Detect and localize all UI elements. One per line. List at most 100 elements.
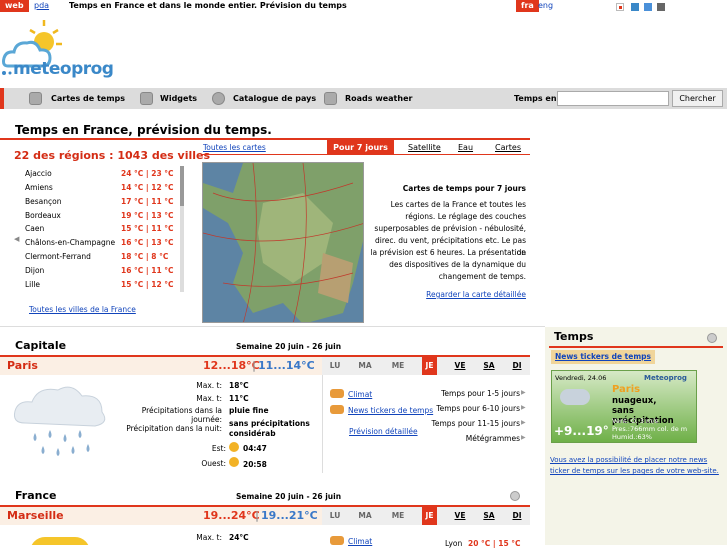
region-row[interactable]: Amiens 14 °C | 12 °C (25, 181, 185, 195)
metegrammes-link[interactable]: Métégrammes (430, 434, 520, 443)
detail-label: Max. t: (196, 394, 222, 403)
widget-city: Paris (612, 384, 641, 395)
day-ve[interactable]: VE (447, 357, 473, 375)
prevision-detail-link[interactable]: Prévision détaillée (349, 427, 418, 436)
climat-link[interactable]: Climat (348, 390, 372, 399)
nav-widgets[interactable]: Widgets (160, 88, 197, 109)
arrow-icon[interactable]: ▶ (521, 404, 526, 411)
lyon-label[interactable]: Lyon (445, 539, 462, 548)
arrow-icon[interactable]: ▶ (521, 389, 526, 396)
lang-eng[interactable]: eng (538, 0, 553, 12)
widget-temp: +9...19° (554, 424, 609, 438)
color-swatch-gray[interactable] (657, 3, 665, 11)
color-swatch-lightblue[interactable] (644, 3, 652, 11)
nav-roads[interactable]: Roads weather (345, 88, 412, 109)
detail-label: Max. t: (196, 533, 222, 542)
maps-desc-line: des dispositives de la dynamique du (389, 260, 526, 269)
globe-icon (212, 92, 225, 105)
widget-icon (140, 92, 153, 105)
day-ma[interactable]: MA (352, 357, 378, 375)
marseille-temp-day: 19...24°C (203, 509, 260, 522)
france-map[interactable] (202, 162, 364, 323)
pda-link[interactable]: pda (34, 0, 49, 12)
meteoprog-logo[interactable]: meteoprog (0, 18, 120, 84)
region-row[interactable]: Clermont-Ferrand 18 °C | 8 °C (25, 250, 185, 264)
maps-desc-line: changement de temps. (438, 272, 526, 281)
all-cities-link[interactable]: Toutes les villes de la France (29, 305, 136, 314)
detail-map-link[interactable]: Regarder la carte détaillée (368, 289, 526, 301)
forecast-6-10-link[interactable]: Temps pour 6-10 jours (430, 404, 520, 413)
search-label: Temps en: (514, 94, 560, 103)
day-lu[interactable]: LU (322, 507, 348, 525)
day-je[interactable]: JE (422, 507, 437, 525)
paris-temp-night: 11...14°C (258, 359, 315, 372)
lang-fra[interactable]: fra (516, 0, 539, 12)
maps-desc-line: Les cartes de la France et toutes les (390, 200, 526, 209)
color-swatch-white[interactable] (616, 3, 624, 11)
arrow-icon[interactable]: ▶ (521, 434, 526, 441)
detail-value: considérab (229, 429, 276, 438)
car-icon (324, 92, 337, 105)
map-icon (29, 92, 42, 105)
tab-eau[interactable]: Eau (458, 140, 473, 155)
day-sa[interactable]: SA (476, 357, 502, 375)
day-di[interactable]: DI (505, 507, 529, 525)
section-divider (0, 326, 545, 327)
settings-icon[interactable] (707, 333, 717, 343)
day-me[interactable]: ME (385, 357, 411, 375)
all-maps-link[interactable]: Toutes les cartes (203, 143, 266, 152)
news-tickers-button[interactable]: News tickers de temps (551, 350, 655, 364)
widget-pres: Pres.:766mm col. de m (612, 425, 688, 433)
lyon-temp: 20 °C | 15 °C (468, 539, 521, 548)
ticker-promo-link[interactable]: Vous avez la possibilité de placer notre… (550, 455, 725, 477)
maps-desc-title: Cartes de temps pour 7 jours (402, 184, 526, 193)
tab-cartes[interactable]: Cartes (495, 140, 521, 155)
climate-icon (330, 389, 344, 398)
region-row[interactable]: Bordeaux 19 °C | 13 °C (25, 209, 185, 223)
region-scrollbar[interactable] (180, 166, 184, 292)
day-lu[interactable]: LU (322, 357, 348, 375)
ticker-widget[interactable]: Vendredi, 24.06 Meteoprog Paris nuageux,… (551, 370, 697, 443)
forecast-11-15-link[interactable]: Temps pour 11-15 jours (420, 419, 520, 428)
sunrise-icon (229, 442, 239, 452)
tab-satellite[interactable]: Satellite (408, 140, 441, 155)
region-row[interactable]: Châlons-en-Champagne 16 °C | 13 °C (25, 236, 185, 250)
region-row[interactable]: Lille 15 °C | 12 °C (25, 278, 185, 292)
day-ma[interactable]: MA (352, 507, 378, 525)
arrow-icon[interactable]: ▶ (521, 419, 526, 426)
top-bar: web pda Temps en France et dans le monde… (0, 0, 727, 14)
city-paris-link[interactable]: Paris (7, 359, 38, 372)
region-row[interactable]: Besançon 17 °C | 11 °C (25, 195, 185, 209)
forecast-1-5-link[interactable]: Temps pour 1-5 jours (430, 389, 520, 398)
news-tickers-link[interactable]: News tickers de temps (348, 406, 433, 415)
nav-cartes[interactable]: Cartes de temps (51, 88, 125, 109)
widget-humid: Humid.:63% (612, 433, 652, 441)
marseille-temp-night: 19...21°C (261, 509, 318, 522)
detail-value: 24°C (229, 533, 249, 542)
capitale-title: Capitale (15, 339, 67, 352)
day-me[interactable]: ME (385, 507, 411, 525)
color-swatch-blue[interactable] (631, 3, 639, 11)
day-ve[interactable]: VE (447, 507, 473, 525)
region-row[interactable]: Caen 15 °C | 11 °C (25, 222, 185, 236)
widget-wind: Vent: O. 3 m/s (612, 417, 658, 425)
web-tab[interactable]: web (0, 0, 29, 12)
settings-icon[interactable] (510, 491, 520, 501)
city-marseille-link[interactable]: Marseille (7, 509, 64, 522)
day-sa[interactable]: SA (476, 507, 502, 525)
region-row[interactable]: Dijon 16 °C | 11 °C (25, 264, 185, 278)
ticker-icon (330, 405, 344, 414)
nav-catalogue[interactable]: Catalogue de pays (233, 88, 316, 109)
widget-date: Vendredi, 24.06 (555, 374, 607, 382)
search-button[interactable]: Chercher (672, 90, 723, 107)
column-divider (322, 375, 323, 473)
maps-desc-line: superposables de prévision - nébulosité, (374, 224, 526, 233)
day-di[interactable]: DI (505, 357, 529, 375)
tab-7-days[interactable]: Pour 7 jours (327, 140, 394, 155)
maps-desc-line: régions. Le réglage des couches (405, 212, 526, 221)
day-je[interactable]: JE (422, 357, 437, 375)
search-input[interactable] (557, 91, 669, 106)
region-row[interactable]: Ajaccio 24 °C | 23 °C (25, 167, 185, 181)
main-nav: Cartes de temps Widgets Catalogue de pay… (0, 88, 727, 109)
scroll-left-arrow[interactable]: ◀ (14, 235, 19, 243)
